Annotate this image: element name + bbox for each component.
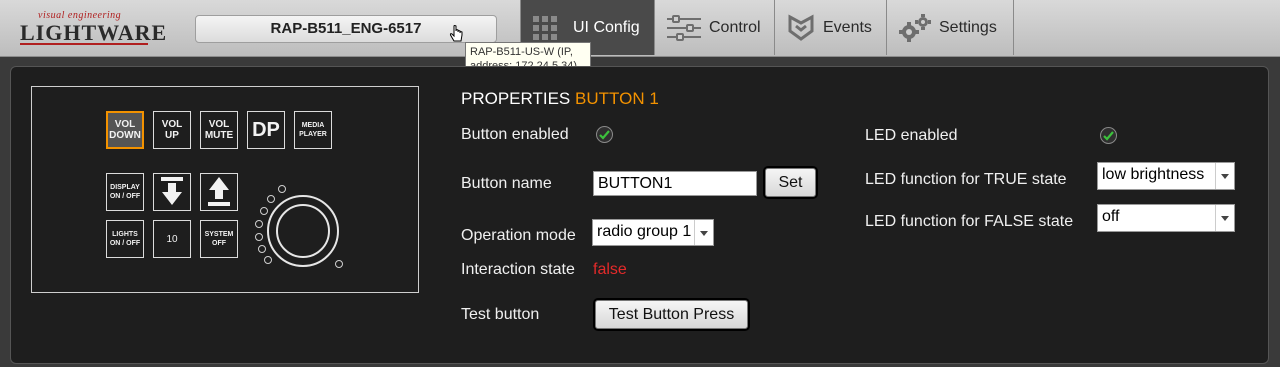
properties-heading: PROPERTIES xyxy=(461,89,571,108)
set-button[interactable]: Set xyxy=(765,168,816,197)
knob-led xyxy=(264,256,272,264)
led-enabled-label: LED enabled xyxy=(865,127,958,144)
device-preview: VOL DOWN VOL UP VOL MUTE DP MEDIA PLAYER… xyxy=(31,86,419,293)
test-button-press[interactable]: Test Button Press xyxy=(595,300,748,329)
hand-cursor-icon xyxy=(449,25,463,42)
volume-knob[interactable] xyxy=(267,195,339,267)
selected-button-name: BUTTON 1 xyxy=(575,89,659,108)
knob-led xyxy=(258,245,266,253)
knob-led xyxy=(267,195,275,203)
lightware-logo: visual engineering LIGHTWARE xyxy=(18,10,166,46)
led-true-state-label: LED function for TRUE state xyxy=(865,171,1067,188)
panel-button-system-off[interactable]: SYSTEM OFF xyxy=(200,220,238,258)
panel-button-10[interactable]: 10 xyxy=(153,220,191,258)
knob-led xyxy=(255,233,263,241)
led-true-state-value: low brightness xyxy=(1102,166,1205,183)
button-enabled-checkbox[interactable] xyxy=(596,126,613,143)
operation-mode-label: Operation mode xyxy=(461,227,576,244)
tab-events[interactable]: Events xyxy=(774,0,886,55)
down-arrow-icon xyxy=(161,177,183,205)
checkmark-icon xyxy=(1103,131,1114,141)
tab-control[interactable]: Control xyxy=(654,0,774,55)
tab-control-label: Control xyxy=(709,18,761,36)
operation-mode-value: radio group 1 xyxy=(597,223,692,240)
panel-button-display-onoff[interactable]: DISPLAY ON / OFF xyxy=(106,173,144,211)
tab-settings-label: Settings xyxy=(939,18,997,36)
button-name-input[interactable] xyxy=(593,171,757,196)
up-arrow-icon xyxy=(208,177,230,206)
panel-button-media-player[interactable]: MEDIA PLAYER xyxy=(294,111,332,149)
logo-underline xyxy=(20,43,148,45)
chevron-down-icon xyxy=(1215,205,1234,231)
operation-mode-select[interactable]: radio group 1 xyxy=(592,219,714,246)
knob-led xyxy=(255,220,263,228)
interaction-state-value: false xyxy=(593,261,627,278)
events-icon xyxy=(788,13,814,41)
led-enabled-checkbox[interactable] xyxy=(1100,127,1117,144)
panel-button-down[interactable] xyxy=(153,173,191,211)
panel-button-vol-up[interactable]: VOL UP xyxy=(153,111,191,149)
volume-knob-center xyxy=(276,204,330,258)
checkmark-icon xyxy=(599,130,610,140)
gear-icon xyxy=(899,13,931,42)
tab-ui-config-label: UI Config xyxy=(573,18,640,36)
grid-icon xyxy=(533,15,557,40)
led-true-state-select[interactable]: low brightness xyxy=(1097,162,1235,190)
led-false-state-label: LED function for FALSE state xyxy=(865,213,1074,230)
panel-button-vol-mute[interactable]: VOL MUTE xyxy=(200,111,238,149)
led-false-state-value: off xyxy=(1102,208,1120,225)
panel-button-up[interactable] xyxy=(200,173,238,211)
knob-led xyxy=(260,207,268,215)
properties-title: PROPERTIES BUTTON 1 xyxy=(461,89,659,109)
sliders-icon xyxy=(667,14,701,41)
knob-led xyxy=(278,185,286,193)
tab-events-label: Events xyxy=(823,18,872,36)
panel-button-lights-onoff[interactable]: LIGHTS ON / OFF xyxy=(106,220,144,258)
chevron-down-icon xyxy=(694,220,713,245)
top-bar: visual engineering LIGHTWARE RAP-B511_EN… xyxy=(0,0,1280,57)
knob-led xyxy=(335,260,343,268)
interaction-state-label: Interaction state xyxy=(461,261,575,278)
button-name-label: Button name xyxy=(461,175,552,192)
panel-button-dp[interactable]: DP xyxy=(247,111,285,149)
led-false-state-select[interactable]: off xyxy=(1097,204,1235,232)
test-button-label: Test button xyxy=(461,306,540,323)
tab-settings[interactable]: Settings xyxy=(886,0,1014,55)
panel-button-vol-down[interactable]: VOL DOWN xyxy=(106,111,144,149)
chevron-down-icon xyxy=(1215,163,1234,189)
button-enabled-label: Button enabled xyxy=(461,126,569,143)
